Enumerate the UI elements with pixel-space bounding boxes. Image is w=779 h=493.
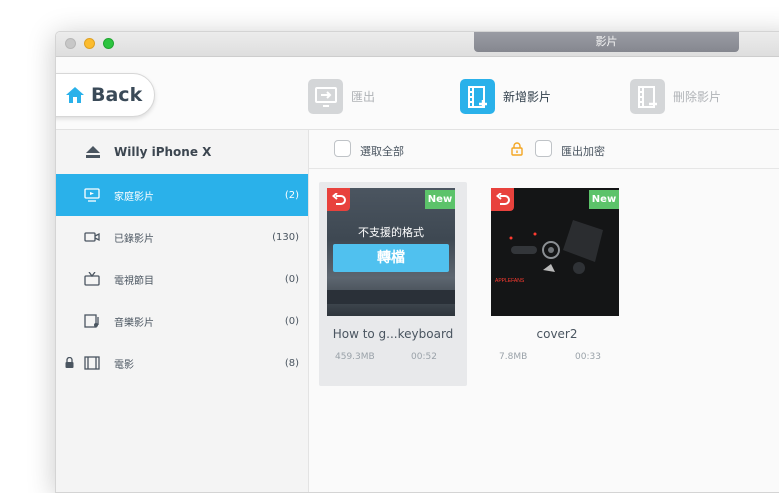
back-label: Back — [91, 84, 143, 106]
music-video-icon — [84, 314, 99, 328]
video-name: cover2 — [536, 327, 578, 341]
video-preview-strip — [327, 290, 455, 304]
sidebar-item-count: (0) — [284, 315, 299, 327]
film-icon — [84, 356, 100, 370]
encrypt-export-label: 匯出加密 — [561, 145, 605, 158]
sidebar-item-music-videos[interactable]: 音樂影片 (0) — [56, 300, 308, 342]
sidebar: Willy iPhone X 家庭影片 (2) 已錄影片 (130) 電視節目 — [56, 130, 309, 492]
export-label: 匯出 — [351, 90, 376, 104]
eject-icon[interactable] — [86, 146, 100, 158]
sidebar-item-count: (130) — [272, 231, 299, 243]
convert-button[interactable]: 轉檔 — [333, 244, 449, 272]
video-camera-icon — [84, 232, 100, 242]
selection-bar: 選取全部 匯出加密 — [309, 130, 779, 169]
device-name: Willy iPhone X — [114, 145, 212, 159]
unsupported-format-text: 不支援的格式 — [358, 226, 424, 239]
video-name: How to g...keyboard — [332, 327, 454, 341]
sidebar-item-label: 電視節目 — [114, 275, 154, 287]
video-duration: 00:52 — [411, 352, 437, 362]
add-video-button[interactable]: 新增影片 — [460, 79, 551, 114]
video-card[interactable]: APPLEFANS New cover2 7.8MB 00:33 — [483, 182, 631, 386]
select-all-label: 選取全部 — [360, 145, 404, 158]
svg-text:APPLEFANS: APPLEFANS — [495, 278, 525, 284]
redo-icon — [327, 188, 350, 211]
video-thumbnail: New 不支援的格式 轉檔 — [327, 188, 455, 316]
window-title: 影片 — [474, 32, 739, 52]
lock-icon — [511, 142, 523, 156]
close-window-button[interactable] — [65, 38, 76, 49]
lock-icon — [65, 357, 74, 368]
video-size: 459.3MB — [335, 352, 375, 362]
add-video-icon — [460, 79, 495, 114]
video-duration: 00:33 — [575, 352, 601, 362]
delete-video-button[interactable]: 刪除影片 — [630, 79, 721, 114]
export-button[interactable]: 匯出 — [308, 79, 375, 114]
back-button[interactable]: Back — [56, 73, 155, 117]
app-window: 影片 Back 匯出 新增影片 刪除影片 Willy iPhone X 家庭影片… — [55, 31, 779, 493]
encrypt-export-checkbox[interactable] — [535, 140, 552, 157]
new-badge: New — [425, 190, 455, 209]
sidebar-item-label: 音樂影片 — [114, 317, 154, 329]
sidebar-item-label: 已錄影片 — [114, 233, 154, 245]
video-thumbnail: APPLEFANS New — [491, 188, 619, 316]
minimize-window-button[interactable] — [84, 38, 95, 49]
select-all-checkbox[interactable] — [334, 140, 351, 157]
sidebar-item-count: (0) — [284, 273, 299, 285]
sidebar-item-count: (2) — [284, 189, 299, 201]
sidebar-item-recorded-videos[interactable]: 已錄影片 (130) — [56, 216, 308, 258]
maximize-window-button[interactable] — [103, 38, 114, 49]
tv-icon — [84, 188, 100, 202]
video-grid-area: 選取全部 匯出加密 New 不支援的格式 轉檔 How to g...keybo… — [309, 130, 779, 492]
add-video-label: 新增影片 — [503, 90, 552, 104]
delete-video-label: 刪除影片 — [673, 90, 722, 104]
device-header[interactable]: Willy iPhone X — [56, 130, 308, 174]
title-bar: 影片 — [56, 32, 779, 57]
delete-video-icon — [630, 79, 665, 114]
sidebar-item-label: 電影 — [114, 359, 134, 371]
home-icon — [66, 87, 84, 103]
sidebar-item-home-videos[interactable]: 家庭影片 (2) — [56, 174, 308, 216]
sidebar-item-tv-shows[interactable]: 電視節目 (0) — [56, 258, 308, 300]
television-icon — [84, 272, 100, 286]
redo-icon — [491, 188, 514, 211]
sidebar-item-count: (8) — [284, 357, 299, 369]
video-size: 7.8MB — [499, 352, 528, 362]
new-badge: New — [589, 190, 619, 209]
sidebar-item-movies[interactable]: 電影 (8) — [56, 342, 308, 384]
export-icon — [308, 79, 343, 114]
sidebar-item-label: 家庭影片 — [114, 191, 154, 203]
toolbar: Back 匯出 新增影片 刪除影片 — [56, 57, 779, 130]
video-card[interactable]: New 不支援的格式 轉檔 How to g...keyboard 459.3M… — [319, 182, 467, 386]
